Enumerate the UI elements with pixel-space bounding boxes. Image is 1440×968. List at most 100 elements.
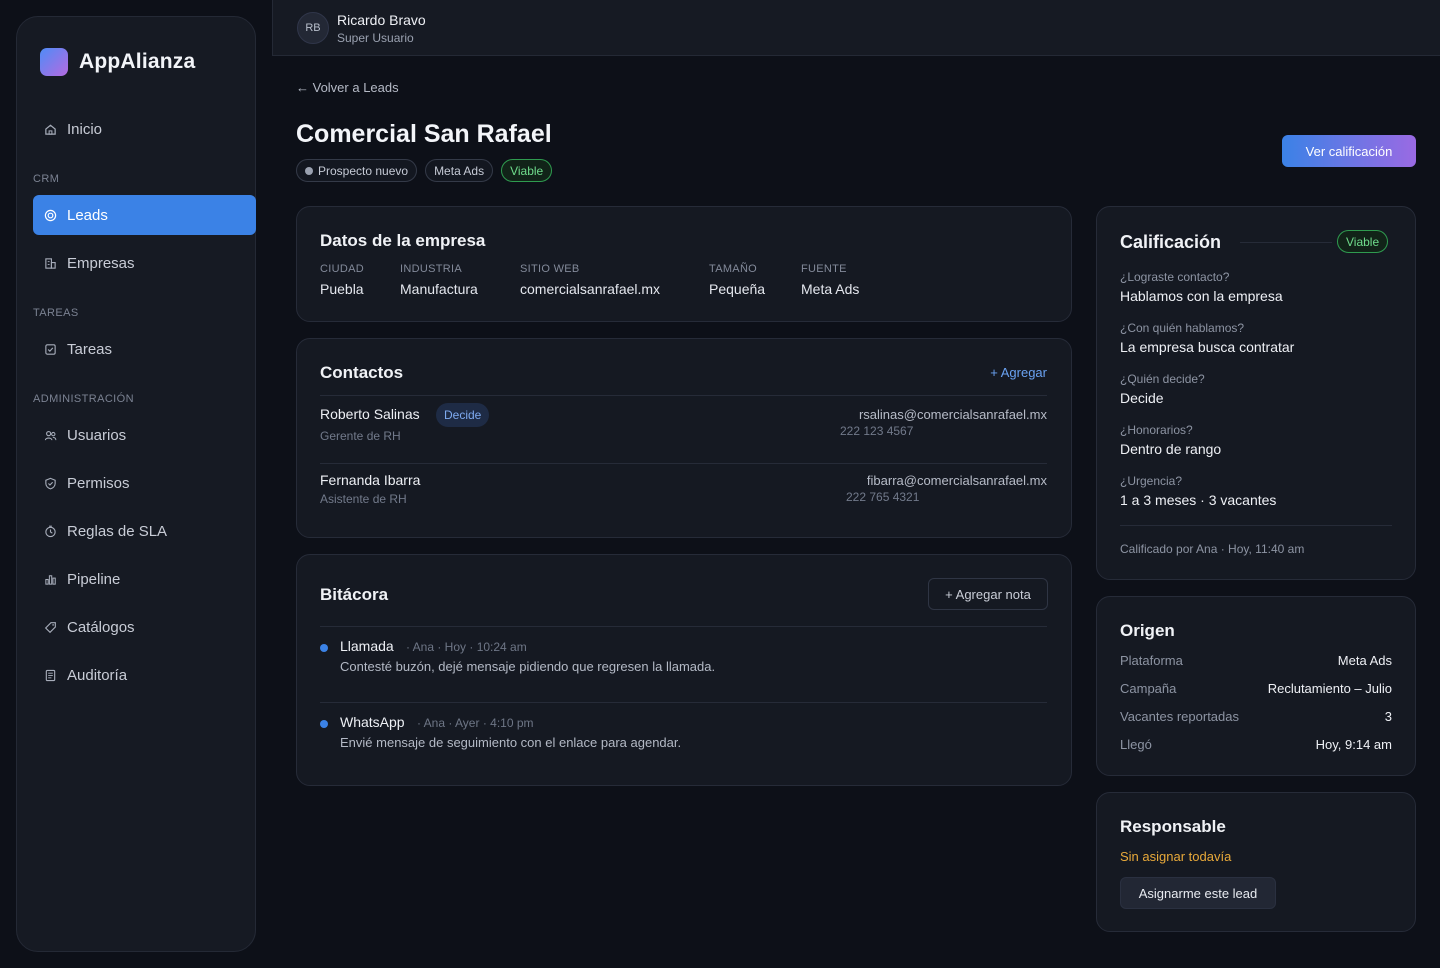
origin-value: Meta Ads bbox=[1337, 653, 1392, 668]
origin-value: Reclutamiento – Julio bbox=[1267, 681, 1392, 696]
contact-email[interactable]: rsalinas@comercialsanrafael.mx bbox=[859, 407, 1047, 422]
divider bbox=[320, 702, 1047, 703]
origin-card-title: Origen bbox=[1120, 621, 1175, 640]
status-chips: Prospecto nuevo Meta Ads Viable bbox=[296, 159, 553, 182]
field-value-sitio-web[interactable]: comercialsanrafael.mx bbox=[520, 281, 660, 297]
field-label-sitio-web: SITIO WEB bbox=[520, 263, 580, 275]
divider bbox=[320, 395, 1047, 396]
sidebar-item-permisos[interactable]: Permisos bbox=[33, 463, 256, 503]
origin-value: Hoy, 9:14 am bbox=[1315, 737, 1392, 752]
sidebar-section-tareas: TAREAS bbox=[33, 307, 79, 319]
shield-icon bbox=[43, 476, 57, 490]
field-value-industria: Manufactura bbox=[400, 281, 478, 297]
document-icon bbox=[43, 668, 57, 682]
view-qualification-button[interactable]: Ver calificación bbox=[1282, 135, 1416, 167]
question-label: ¿Honorarios? bbox=[1120, 423, 1193, 437]
status-badge-label: Prospecto nuevo bbox=[318, 163, 409, 178]
log-card: Bitácora + Agregar nota Llamada · Ana · … bbox=[296, 554, 1072, 786]
sidebar-item-label: Auditoría bbox=[67, 666, 128, 684]
sidebar-item-tareas[interactable]: Tareas bbox=[33, 329, 256, 369]
divider bbox=[320, 626, 1047, 627]
divider bbox=[320, 463, 1047, 464]
question-answer: 1 a 3 meses · 3 vacantes bbox=[1120, 492, 1277, 508]
field-value-fuente: Meta Ads bbox=[801, 281, 860, 297]
target-icon bbox=[43, 208, 57, 222]
sidebar-item-pipeline[interactable]: Pipeline bbox=[33, 559, 256, 599]
contact-email[interactable]: fibarra@comercialsanrafael.mx bbox=[867, 473, 1047, 488]
question-label: ¿Quién decide? bbox=[1120, 372, 1205, 386]
origin-value: 3 bbox=[1384, 709, 1392, 724]
contact-role: Asistente de RH bbox=[320, 492, 407, 506]
divider bbox=[1240, 242, 1332, 243]
sidebar-item-label: Permisos bbox=[67, 474, 130, 492]
viable-badge: Viable bbox=[501, 159, 553, 182]
contact-name[interactable]: Fernanda Ibarra bbox=[320, 472, 420, 488]
avatar[interactable]: RB bbox=[297, 12, 329, 44]
app-name: AppAlianza bbox=[79, 50, 196, 73]
owner-card-title: Responsable bbox=[1120, 817, 1226, 836]
checklist-icon bbox=[43, 342, 57, 356]
question-label: ¿Urgencia? bbox=[1120, 474, 1183, 488]
contacts-card: Contactos + Agregar Roberto Salinas Deci… bbox=[296, 338, 1072, 538]
viable-badge: Viable bbox=[1337, 230, 1389, 253]
contacts-card-title: Contactos bbox=[320, 363, 404, 382]
origin-key: Campaña bbox=[1120, 681, 1177, 696]
page-title: Comercial San Rafael bbox=[296, 120, 552, 148]
owner-card: Responsable Sin asignar todavía Asignarm… bbox=[1096, 792, 1416, 932]
topbar: RB Ricardo Bravo Super Usuario bbox=[272, 0, 1440, 56]
sidebar-item-usuarios[interactable]: Usuarios bbox=[33, 415, 256, 455]
contact-name[interactable]: Roberto Salinas bbox=[320, 406, 420, 422]
sidebar: AppAlianza Inicio CRM Leads Empresas TAR… bbox=[16, 16, 256, 952]
field-value-ciudad: Puebla bbox=[320, 281, 364, 297]
sidebar-section-administracion: ADMINISTRACIÓN bbox=[33, 393, 134, 405]
question-answer: Hablamos con la empresa bbox=[1120, 288, 1283, 304]
sidebar-item-empresas[interactable]: Empresas bbox=[33, 243, 256, 283]
qualified-by-text: Calificado por Ana · Hoy, 11:40 am bbox=[1120, 542, 1305, 556]
sidebar-item-leads[interactable]: Leads bbox=[33, 195, 256, 235]
origin-key: Plataforma bbox=[1120, 653, 1183, 668]
log-card-title: Bitácora bbox=[320, 585, 389, 604]
log-entry-type: Llamada bbox=[340, 638, 394, 654]
sidebar-item-label: Leads bbox=[67, 206, 108, 224]
sidebar-item-inicio[interactable]: Inicio bbox=[33, 109, 256, 149]
log-entry-dot-icon bbox=[320, 720, 328, 728]
log-entry-text: Envié mensaje de seguimiento con el enla… bbox=[340, 735, 682, 750]
field-value-tamano: Pequeña bbox=[709, 281, 766, 297]
question-label: ¿Con quién hablamos? bbox=[1120, 321, 1245, 335]
field-label-industria: INDUSTRIA bbox=[400, 263, 462, 275]
app-logo-icon bbox=[40, 48, 68, 76]
status-dot-icon bbox=[305, 166, 313, 175]
back-to-leads-link[interactable]: ← Volver a Leads bbox=[296, 80, 399, 95]
building-icon bbox=[43, 256, 57, 270]
qualification-card-title: Calificación bbox=[1120, 232, 1222, 252]
bar-chart-icon bbox=[43, 572, 57, 586]
company-card: Datos de la empresa CIUDAD Puebla INDUST… bbox=[296, 206, 1072, 322]
users-icon bbox=[43, 428, 57, 442]
assign-to-me-button[interactable]: Asignarme este lead bbox=[1120, 877, 1276, 909]
contact-phone[interactable]: 222 123 4567 bbox=[840, 424, 913, 438]
add-contact-button[interactable]: + Agregar bbox=[990, 365, 1047, 380]
brand: AppAlianza bbox=[40, 48, 195, 76]
sidebar-item-label: Pipeline bbox=[67, 570, 121, 588]
unassigned-status: Sin asignar todavía bbox=[1120, 849, 1232, 864]
contact-phone[interactable]: 222 765 4321 bbox=[846, 490, 919, 504]
status-badge: Prospecto nuevo bbox=[296, 159, 418, 182]
sidebar-item-reglas-sla[interactable]: Reglas de SLA bbox=[33, 511, 256, 551]
sidebar-item-label: Usuarios bbox=[67, 426, 127, 444]
tag-icon bbox=[43, 620, 57, 634]
sidebar-item-auditoria[interactable]: Auditoría bbox=[33, 655, 256, 695]
sidebar-item-label: Tareas bbox=[67, 340, 113, 358]
log-entry-meta: · Ana · Ayer · 4:10 pm bbox=[417, 716, 534, 730]
question-answer: Dentro de rango bbox=[1120, 441, 1222, 457]
home-icon bbox=[43, 122, 57, 136]
decision-maker-badge: Decide bbox=[436, 403, 490, 427]
sidebar-item-catalogos[interactable]: Catálogos bbox=[33, 607, 256, 647]
log-entry-type: WhatsApp bbox=[340, 714, 405, 730]
field-label-tamano: TAMAÑO bbox=[709, 263, 758, 275]
origin-key: Vacantes reportadas bbox=[1120, 709, 1239, 724]
add-note-button[interactable]: + Agregar nota bbox=[928, 578, 1048, 610]
sidebar-item-label: Reglas de SLA bbox=[67, 522, 168, 540]
sidebar-item-label: Catálogos bbox=[67, 618, 135, 636]
field-label-ciudad: CIUDAD bbox=[320, 263, 364, 275]
sidebar-item-label: Empresas bbox=[67, 254, 135, 272]
